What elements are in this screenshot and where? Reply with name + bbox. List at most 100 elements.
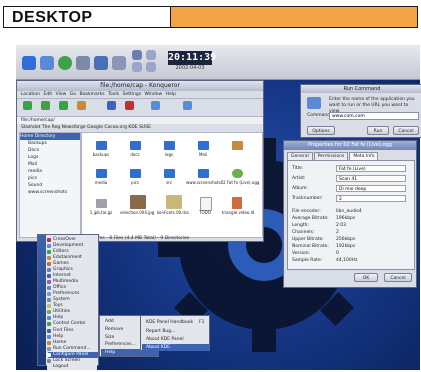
submenu-item-about-kde[interactable]: About KDE <box>142 344 210 351</box>
file-label: selection.004.jpg <box>120 210 155 215</box>
tree-item[interactable]: Logs <box>20 154 80 161</box>
options-button[interactable]: Options >> <box>307 126 335 143</box>
mail-icon[interactable] <box>94 56 108 70</box>
cancel-button[interactable]: Cancel <box>384 273 412 282</box>
tree-item[interactable]: www.screenshots <box>20 189 80 196</box>
tree-item-home[interactable]: Home Directory <box>20 133 80 140</box>
menu-tools[interactable]: Tools <box>108 92 119 97</box>
properties-dialog: Properties for 02 Fat fe (Live).ogg Gene… <box>283 140 417 288</box>
ok-button[interactable]: OK <box>354 273 378 282</box>
file-label: 1.jpb.tar.gz <box>89 210 113 215</box>
tree-item[interactable]: Sound <box>20 182 80 189</box>
field-label: Title: <box>292 166 304 171</box>
reload-icon[interactable] <box>107 101 116 110</box>
folder-icon[interactable] <box>96 141 107 150</box>
menu-go[interactable]: Go <box>70 92 76 97</box>
file-label: www.screenshots <box>186 180 221 185</box>
back-arrow-icon[interactable] <box>41 101 50 110</box>
pager-icon[interactable] <box>132 50 142 60</box>
menu-location[interactable]: Location <box>21 92 40 97</box>
submenu-item[interactable]: KDE Panel Handbook <box>146 319 193 326</box>
artist-field[interactable]: Scan 41 <box>336 175 406 182</box>
help-icon[interactable] <box>112 56 126 70</box>
bookmark-item[interactable]: Google <box>87 125 103 130</box>
kmenu-item-logout[interactable]: Logout <box>47 364 97 370</box>
kmenu-sidebar <box>38 235 46 365</box>
folder-icon[interactable] <box>198 169 209 178</box>
tab-permissions[interactable]: Permissions <box>313 152 349 160</box>
video-file-icon[interactable] <box>232 197 242 209</box>
menu-settings[interactable]: Settings <box>123 92 141 97</box>
folder-icon[interactable] <box>96 169 107 178</box>
info-value: libn_audio4 <box>336 209 362 214</box>
bookmark-item[interactable]: Slashdot <box>21 125 40 130</box>
mail-folder-icon[interactable] <box>232 141 243 150</box>
meta-info-panel: Title: Fat fe (Live) Artist: Scan 41 Alb… <box>287 160 415 270</box>
stop-icon[interactable] <box>125 101 134 110</box>
pager-icon[interactable] <box>132 62 142 72</box>
archive-file-icon[interactable] <box>96 199 107 208</box>
kmenu-icon[interactable] <box>22 56 36 70</box>
submenu-item[interactable]: Report Bug... <box>146 328 175 335</box>
up-arrow-icon[interactable] <box>23 101 32 110</box>
zoom-in-icon[interactable] <box>151 101 160 110</box>
menu-bookmarks[interactable]: Bookmarks <box>79 92 104 97</box>
submenu-item[interactable]: Remove <box>105 326 123 333</box>
browser-icon[interactable] <box>58 56 72 70</box>
folder-icon[interactable] <box>198 141 209 150</box>
submenu-item[interactable]: Size <box>105 334 114 341</box>
audio-file-icon[interactable] <box>232 169 243 178</box>
kmenu-item[interactable]: Control Center <box>47 321 98 327</box>
file-label: src <box>166 180 172 185</box>
folder-icon[interactable] <box>130 141 141 150</box>
tracknumber-field[interactable]: 2 <box>336 195 406 202</box>
file-label: backups <box>92 152 110 157</box>
folder-icon[interactable] <box>164 169 175 178</box>
forward-arrow-icon[interactable] <box>59 101 68 110</box>
tab-general[interactable]: General <box>287 152 313 160</box>
submenu-item[interactable]: About KDE Panel <box>146 336 184 343</box>
command-input[interactable]: www.com.com <box>329 112 419 120</box>
cancel-button[interactable]: Cancel <box>393 126 419 135</box>
home-icon[interactable] <box>77 101 86 110</box>
image-thumbnail[interactable] <box>166 195 182 209</box>
tree-item[interactable]: media <box>20 168 80 175</box>
bookmark-item[interactable]: Cacoo.org <box>104 125 127 130</box>
tree-item[interactable]: Docs <box>20 147 80 154</box>
file-label: docs <box>130 152 140 157</box>
submenu-item[interactable]: Preferences... <box>105 341 136 348</box>
menu-window[interactable]: Window <box>144 92 162 97</box>
info-value: 0 <box>336 251 339 256</box>
file-view: backups docs logs Mail media pics src ww… <box>81 132 263 238</box>
bookmark-item[interactable]: Newsforge <box>62 125 86 130</box>
submenu-item[interactable]: Add <box>105 318 114 325</box>
menu-view[interactable]: View <box>56 92 67 97</box>
bookmark-item[interactable]: SUSE <box>139 125 151 130</box>
tree-item[interactable]: Mail <box>20 161 80 168</box>
folder-icon[interactable] <box>164 141 175 150</box>
zoom-out-icon[interactable] <box>183 101 192 110</box>
bookmark-item[interactable]: The Reg <box>42 125 60 130</box>
tree-item[interactable]: Backups <box>20 140 80 147</box>
preferences-icon <box>47 292 51 296</box>
pager-icon[interactable] <box>146 62 156 72</box>
menu-help[interactable]: Help <box>166 92 176 97</box>
run-button[interactable]: Run <box>367 126 389 135</box>
panel-clock[interactable]: 20:11:39 <box>168 51 216 65</box>
title-field[interactable]: Fat fe (Live) <box>336 165 406 172</box>
multimedia-icon <box>47 280 51 284</box>
pager-icon[interactable] <box>146 50 156 60</box>
desktop-icon[interactable] <box>40 56 54 70</box>
tree-item[interactable]: pics <box>20 175 80 182</box>
image-thumbnail[interactable] <box>130 195 146 209</box>
album-field[interactable]: Di mio deep <box>336 185 406 192</box>
menu-edit[interactable]: Edit <box>43 92 52 97</box>
location-input[interactable]: file:/home/cap/ <box>17 117 263 124</box>
folder-icon[interactable] <box>130 169 141 178</box>
file-label: TODO <box>199 210 211 215</box>
terminal-icon[interactable] <box>76 56 90 70</box>
bookmark-item[interactable]: KDE <box>128 125 137 130</box>
properties-tabs: General Permissions Meta Info <box>287 152 379 160</box>
tab-meta-info[interactable]: Meta Info <box>349 152 379 160</box>
text-file-icon[interactable] <box>200 197 212 211</box>
